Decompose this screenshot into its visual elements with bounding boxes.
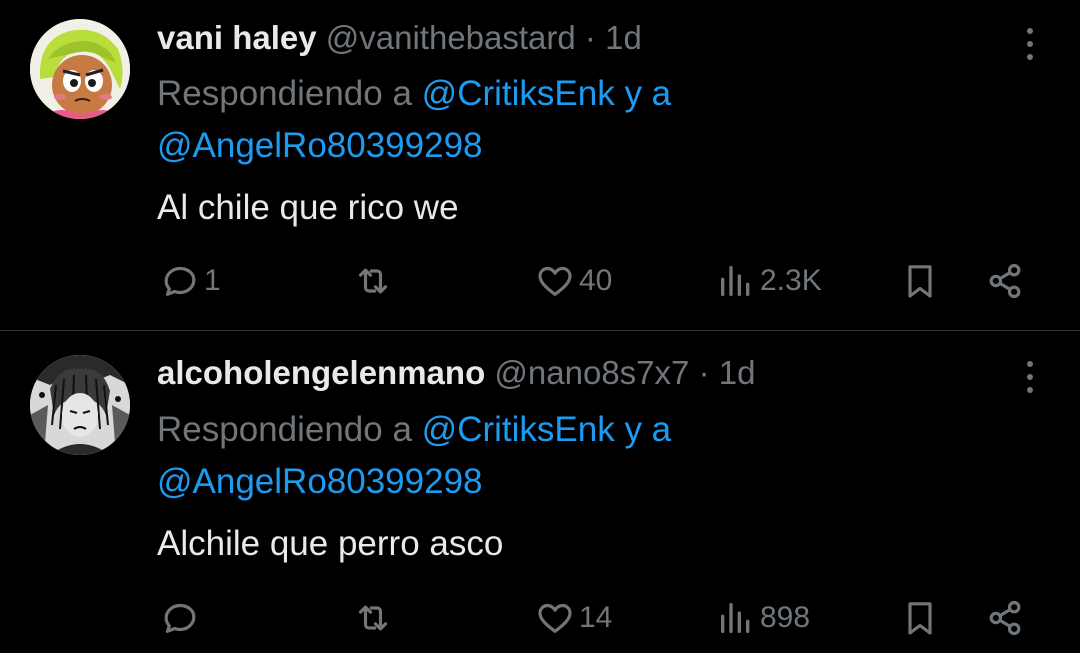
share-button[interactable]	[985, 598, 1025, 638]
mention-link[interactable]: @AngelRo80399298	[157, 462, 483, 501]
reply-button[interactable]: 1	[160, 261, 221, 301]
timestamp[interactable]: 1d	[605, 19, 642, 56]
timestamp[interactable]: 1d	[719, 354, 756, 391]
tweet[interactable]: alcoholengelenmano @nano8s7x7 · 1d Respo…	[0, 331, 1080, 653]
share-button[interactable]	[985, 261, 1025, 301]
mention-link[interactable]: @AngelRo80399298	[157, 126, 483, 165]
separator-dot: ·	[698, 354, 710, 391]
more-options-icon[interactable]	[1018, 24, 1042, 64]
like-button[interactable]: 40	[535, 261, 612, 301]
tweet[interactable]: vani haley @vanithebastard · 1d Respondi…	[0, 0, 1080, 330]
like-count: 40	[579, 264, 613, 297]
replying-to-line-2: @AngelRo80399298	[157, 456, 483, 508]
replying-to-line: Respondiendo a @CritiksEnk y a	[157, 404, 671, 456]
bookmark-button[interactable]	[900, 598, 940, 638]
bookmark-icon	[908, 602, 932, 635]
views-chart-icon	[721, 266, 750, 296]
views-button[interactable]: 898	[716, 598, 810, 638]
retweet-button[interactable]	[352, 261, 398, 301]
tweet-text: Al chile que rico we	[157, 188, 459, 227]
display-name[interactable]: vani haley	[157, 19, 317, 56]
bookmark-icon	[908, 265, 932, 298]
cartoon-girl-avatar-icon	[30, 19, 130, 119]
bookmark-button[interactable]	[900, 261, 940, 301]
retweet-icon	[358, 605, 388, 631]
mention-link[interactable]: @CritiksEnk	[422, 74, 615, 113]
reply-icon	[164, 603, 196, 633]
manga-sketch-avatar-icon	[30, 355, 130, 455]
user-handle[interactable]: @vanithebastard	[326, 19, 576, 56]
replying-to-line-2: @AngelRo80399298	[157, 120, 483, 172]
display-name[interactable]: alcoholengelenmano	[157, 354, 485, 391]
retweet-icon	[358, 268, 388, 294]
views-button[interactable]: 2.3K	[716, 261, 822, 301]
replying-join: y a	[624, 410, 672, 449]
more-options-icon[interactable]	[1018, 357, 1042, 397]
tweet-text: Alchile que perro asco	[157, 524, 504, 563]
reply-count: 1	[204, 264, 221, 297]
mention-link[interactable]: @CritiksEnk	[422, 410, 615, 449]
tweet-header: alcoholengelenmano @nano8s7x7 · 1d	[157, 353, 755, 393]
heart-icon	[538, 266, 572, 296]
tweet-header: vani haley @vanithebastard · 1d	[157, 18, 642, 58]
like-count: 14	[579, 601, 613, 634]
reply-button[interactable]	[160, 598, 204, 638]
separator-dot: ·	[584, 19, 596, 56]
like-button[interactable]: 14	[535, 598, 612, 638]
reply-icon	[164, 266, 196, 296]
views-count: 898	[760, 601, 811, 634]
heart-icon	[538, 603, 572, 633]
retweet-button[interactable]	[352, 598, 398, 638]
replying-join: y a	[624, 74, 672, 113]
avatar[interactable]	[30, 19, 130, 119]
views-chart-icon	[721, 603, 750, 633]
replying-to-line: Respondiendo a @CritiksEnk y a	[157, 68, 671, 120]
share-icon	[989, 600, 1021, 636]
user-handle[interactable]: @nano8s7x7	[494, 354, 689, 391]
replying-to-label: Respondiendo a	[157, 74, 412, 113]
views-count: 2.3K	[760, 264, 822, 297]
share-icon	[989, 263, 1021, 299]
replying-to-label: Respondiendo a	[157, 410, 412, 449]
avatar[interactable]	[30, 355, 130, 455]
